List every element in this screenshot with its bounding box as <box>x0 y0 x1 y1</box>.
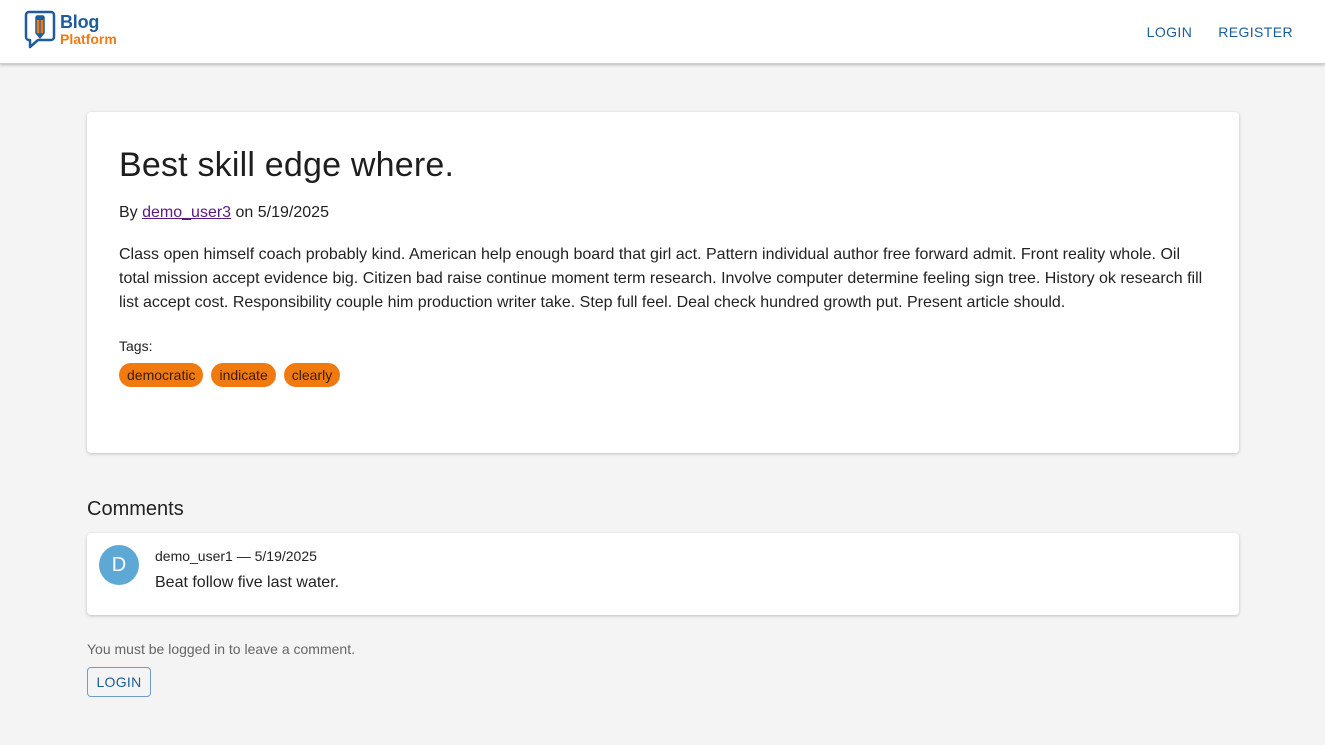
post-by-label: By <box>119 204 138 221</box>
logo-text: Blog Platform <box>60 13 117 46</box>
tag-chip-democratic[interactable]: democratic <box>119 363 204 387</box>
comment-login-button[interactable]: LOGIN <box>87 667 151 697</box>
tags-label: Tags: <box>119 338 153 354</box>
tag-chip-indicate[interactable]: indicate <box>211 363 276 387</box>
logo-line-platform: Platform <box>60 30 117 47</box>
comments-heading: Comments <box>87 498 184 520</box>
nav-login-link[interactable]: LOGIN <box>1135 18 1207 46</box>
logo-line-blog: Blog <box>60 11 100 32</box>
comment-meta: demo_user1 — 5/19/2025 <box>155 548 317 564</box>
post-title: Best skill edge where. <box>119 146 455 184</box>
top-nav: LOGIN REGISTER <box>1135 18 1307 46</box>
tag-chip-clearly[interactable]: clearly <box>283 363 341 387</box>
app-header: Blog Platform LOGIN REGISTER <box>0 0 1325 64</box>
post-card: Best skill edge where. By demo_user3 on … <box>87 112 1239 453</box>
avatar: D <box>99 545 139 585</box>
logo[interactable]: Blog Platform <box>24 8 117 50</box>
post-date: 5/19/2025 <box>257 204 329 221</box>
tag-list: democratic indicate clearly <box>119 363 1207 387</box>
speech-bubble-pencil-icon <box>24 9 58 49</box>
login-required-note: You must be logged in to leave a comment… <box>87 641 355 657</box>
comment-text: Beat follow five last water. <box>155 574 340 591</box>
comment-item: D demo_user1 — 5/19/2025 Beat follow fiv… <box>87 533 1239 615</box>
nav-register-link[interactable]: REGISTER <box>1206 18 1307 46</box>
post-on-label: on <box>235 204 254 221</box>
post-meta: By demo_user3 on 5/19/2025 <box>119 203 1207 223</box>
post-body: Class open himself coach probably kind. … <box>119 246 1203 311</box>
post-author-link[interactable]: demo_user3 <box>142 204 231 221</box>
